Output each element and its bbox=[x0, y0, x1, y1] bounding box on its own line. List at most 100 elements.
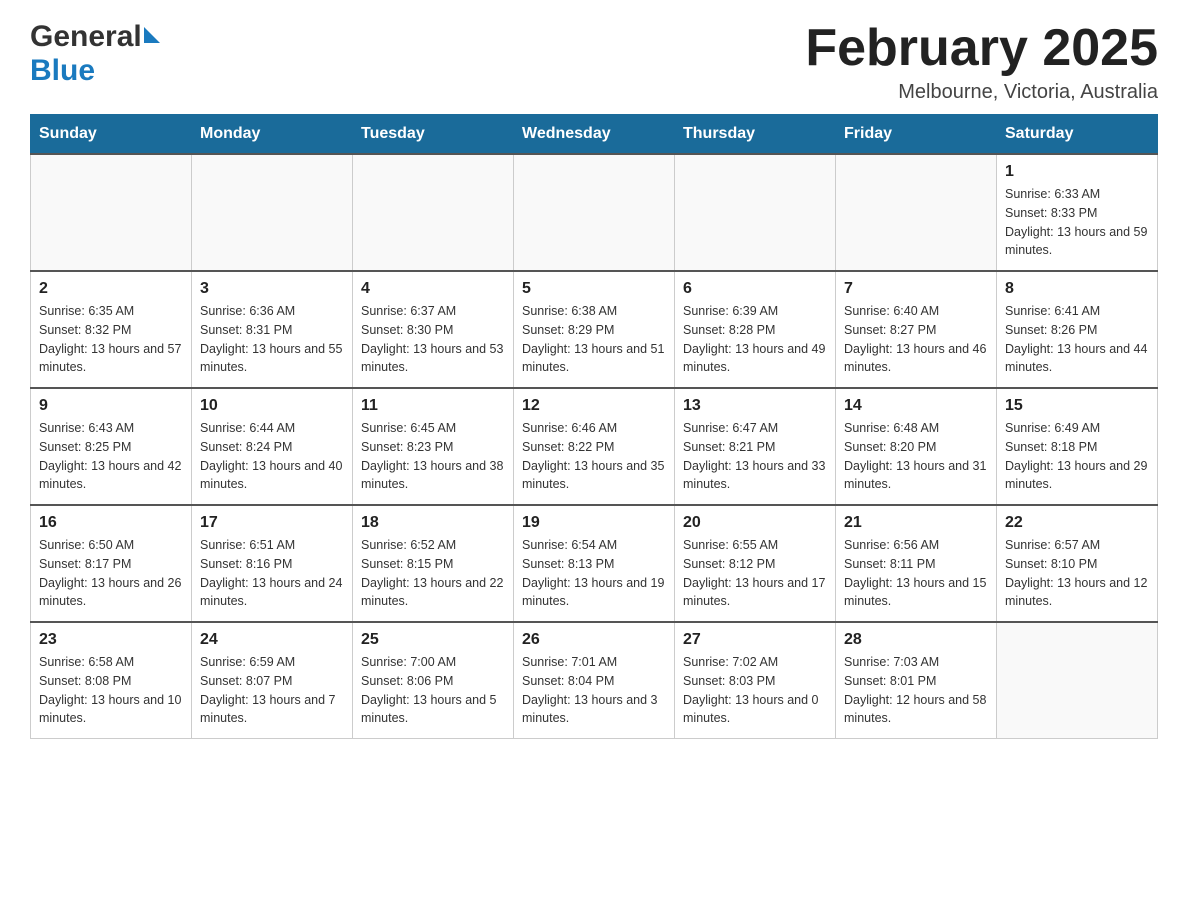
calendar-day-cell: 17 Sunrise: 6:51 AMSunset: 8:16 PMDayligh… bbox=[192, 505, 353, 622]
calendar-day-cell: 28 Sunrise: 7:03 AMSunset: 8:01 PMDayligh… bbox=[836, 622, 997, 739]
day-info: Sunrise: 7:02 AMSunset: 8:03 PMDaylight:… bbox=[683, 653, 827, 728]
day-info: Sunrise: 6:48 AMSunset: 8:20 PMDaylight:… bbox=[844, 419, 988, 494]
day-number: 2 bbox=[39, 280, 183, 298]
day-number: 24 bbox=[200, 631, 344, 649]
calendar-day-cell: 7Sunrise: 6:40 AMSunset: 8:27 PMDaylight… bbox=[836, 271, 997, 388]
day-number: 22 bbox=[1005, 514, 1149, 532]
calendar-day-cell: 23 Sunrise: 6:58 AMSunset: 8:08 PMDayligh… bbox=[31, 622, 192, 739]
calendar-day-cell: 19 Sunrise: 6:54 AMSunset: 8:13 PMDayligh… bbox=[514, 505, 675, 622]
day-number: 20 bbox=[683, 514, 827, 532]
calendar-week-row: 23 Sunrise: 6:58 AMSunset: 8:08 PMDayligh… bbox=[31, 622, 1158, 739]
calendar-week-row: 2 Sunrise: 6:35 AMSunset: 8:32 PMDaylight… bbox=[31, 271, 1158, 388]
day-number: 15 bbox=[1005, 397, 1149, 415]
day-info: Sunrise: 6:35 AMSunset: 8:32 PMDaylight:… bbox=[39, 302, 183, 377]
calendar-day-cell: 5 Sunrise: 6:38 AMSunset: 8:29 PMDaylight… bbox=[514, 271, 675, 388]
day-number: 18 bbox=[361, 514, 505, 532]
calendar-day-cell bbox=[192, 154, 353, 271]
month-title: February 2025 bbox=[805, 20, 1158, 77]
calendar-week-row: 16 Sunrise: 6:50 AMSunset: 8:17 PMDayligh… bbox=[31, 505, 1158, 622]
calendar-day-header: Sunday bbox=[31, 115, 192, 155]
calendar-day-cell: 9Sunrise: 6:43 AMSunset: 8:25 PMDaylight… bbox=[31, 388, 192, 505]
calendar-day-header: Saturday bbox=[997, 115, 1158, 155]
calendar-day-cell bbox=[997, 622, 1158, 739]
day-number: 10 bbox=[200, 397, 344, 415]
day-info: Sunrise: 6:44 AMSunset: 8:24 PMDaylight:… bbox=[200, 419, 344, 494]
calendar-table: SundayMondayTuesdayWednesdayThursdayFrid… bbox=[30, 114, 1158, 739]
calendar-day-header: Wednesday bbox=[514, 115, 675, 155]
day-info: Sunrise: 6:36 AMSunset: 8:31 PMDaylight:… bbox=[200, 302, 344, 377]
calendar-day-cell: 10 Sunrise: 6:44 AMSunset: 8:24 PMDayligh… bbox=[192, 388, 353, 505]
logo-blue-text: Blue bbox=[30, 54, 95, 88]
calendar-day-cell: 3 Sunrise: 6:36 AMSunset: 8:31 PMDaylight… bbox=[192, 271, 353, 388]
calendar-day-cell bbox=[675, 154, 836, 271]
calendar-day-cell: 11Sunrise: 6:45 AMSunset: 8:23 PMDayligh… bbox=[353, 388, 514, 505]
calendar-day-cell: 16 Sunrise: 6:50 AMSunset: 8:17 PMDayligh… bbox=[31, 505, 192, 622]
day-number: 16 bbox=[39, 514, 183, 532]
page-header: General Blue February 2025 Melbourne, Vi… bbox=[30, 20, 1158, 104]
day-number: 27 bbox=[683, 631, 827, 649]
day-info: Sunrise: 6:51 AMSunset: 8:16 PMDaylight:… bbox=[200, 536, 344, 611]
day-number: 28 bbox=[844, 631, 988, 649]
day-info: Sunrise: 6:33 AMSunset: 8:33 PMDaylight:… bbox=[1005, 185, 1149, 260]
day-info: Sunrise: 6:37 AMSunset: 8:30 PMDaylight:… bbox=[361, 302, 505, 377]
calendar-day-cell: 20 Sunrise: 6:55 AMSunset: 8:12 PMDayligh… bbox=[675, 505, 836, 622]
calendar-day-header: Friday bbox=[836, 115, 997, 155]
calendar-day-cell bbox=[514, 154, 675, 271]
calendar-week-row: 1 Sunrise: 6:33 AMSunset: 8:33 PMDaylight… bbox=[31, 154, 1158, 271]
day-number: 11 bbox=[361, 397, 505, 415]
calendar-day-cell: 25Sunrise: 7:00 AMSunset: 8:06 PMDayligh… bbox=[353, 622, 514, 739]
calendar-day-cell bbox=[353, 154, 514, 271]
day-info: Sunrise: 6:52 AMSunset: 8:15 PMDaylight:… bbox=[361, 536, 505, 611]
calendar-day-cell: 8Sunrise: 6:41 AMSunset: 8:26 PMDaylight… bbox=[997, 271, 1158, 388]
day-number: 26 bbox=[522, 631, 666, 649]
logo-arrow-icon bbox=[144, 27, 160, 43]
day-number: 19 bbox=[522, 514, 666, 532]
day-number: 14 bbox=[844, 397, 988, 415]
calendar-day-cell: 27 Sunrise: 7:02 AMSunset: 8:03 PMDayligh… bbox=[675, 622, 836, 739]
day-info: Sunrise: 6:47 AMSunset: 8:21 PMDaylight:… bbox=[683, 419, 827, 494]
day-info: Sunrise: 6:56 AMSunset: 8:11 PMDaylight:… bbox=[844, 536, 988, 611]
calendar-day-cell: 2 Sunrise: 6:35 AMSunset: 8:32 PMDaylight… bbox=[31, 271, 192, 388]
day-info: Sunrise: 7:01 AMSunset: 8:04 PMDaylight:… bbox=[522, 653, 666, 728]
day-number: 9 bbox=[39, 397, 183, 415]
logo-general-text: General bbox=[30, 20, 142, 54]
calendar-day-cell: 15 Sunrise: 6:49 AMSunset: 8:18 PMDayligh… bbox=[997, 388, 1158, 505]
day-number: 5 bbox=[522, 280, 666, 298]
day-info: Sunrise: 6:38 AMSunset: 8:29 PMDaylight:… bbox=[522, 302, 666, 377]
day-number: 17 bbox=[200, 514, 344, 532]
day-number: 7 bbox=[844, 280, 988, 298]
day-info: Sunrise: 6:55 AMSunset: 8:12 PMDaylight:… bbox=[683, 536, 827, 611]
day-info: Sunrise: 6:59 AMSunset: 8:07 PMDaylight:… bbox=[200, 653, 344, 728]
calendar-day-cell: 14 Sunrise: 6:48 AMSunset: 8:20 PMDayligh… bbox=[836, 388, 997, 505]
calendar-day-cell: 13 Sunrise: 6:47 AMSunset: 8:21 PMDayligh… bbox=[675, 388, 836, 505]
day-info: Sunrise: 6:49 AMSunset: 8:18 PMDaylight:… bbox=[1005, 419, 1149, 494]
day-info: Sunrise: 6:57 AMSunset: 8:10 PMDaylight:… bbox=[1005, 536, 1149, 611]
day-number: 4 bbox=[361, 280, 505, 298]
day-info: Sunrise: 7:03 AMSunset: 8:01 PMDaylight:… bbox=[844, 653, 988, 728]
day-number: 23 bbox=[39, 631, 183, 649]
day-info: Sunrise: 6:54 AMSunset: 8:13 PMDaylight:… bbox=[522, 536, 666, 611]
title-block: February 2025 Melbourne, Victoria, Austr… bbox=[805, 20, 1158, 104]
calendar-day-header: Tuesday bbox=[353, 115, 514, 155]
calendar-day-cell: 21 Sunrise: 6:56 AMSunset: 8:11 PMDayligh… bbox=[836, 505, 997, 622]
day-info: Sunrise: 6:39 AMSunset: 8:28 PMDaylight:… bbox=[683, 302, 827, 377]
day-number: 8 bbox=[1005, 280, 1149, 298]
day-info: Sunrise: 6:46 AMSunset: 8:22 PMDaylight:… bbox=[522, 419, 666, 494]
logo: General Blue bbox=[30, 20, 160, 88]
calendar-week-row: 9Sunrise: 6:43 AMSunset: 8:25 PMDaylight… bbox=[31, 388, 1158, 505]
location-text: Melbourne, Victoria, Australia bbox=[805, 81, 1158, 104]
day-number: 21 bbox=[844, 514, 988, 532]
day-number: 1 bbox=[1005, 163, 1149, 181]
day-info: Sunrise: 6:58 AMSunset: 8:08 PMDaylight:… bbox=[39, 653, 183, 728]
calendar-day-cell: 24 Sunrise: 6:59 AMSunset: 8:07 PMDayligh… bbox=[192, 622, 353, 739]
calendar-day-cell: 18 Sunrise: 6:52 AMSunset: 8:15 PMDayligh… bbox=[353, 505, 514, 622]
day-number: 13 bbox=[683, 397, 827, 415]
day-number: 6 bbox=[683, 280, 827, 298]
calendar-day-cell: 26 Sunrise: 7:01 AMSunset: 8:04 PMDayligh… bbox=[514, 622, 675, 739]
calendar-day-cell: 1 Sunrise: 6:33 AMSunset: 8:33 PMDaylight… bbox=[997, 154, 1158, 271]
calendar-day-cell: 22 Sunrise: 6:57 AMSunset: 8:10 PMDayligh… bbox=[997, 505, 1158, 622]
calendar-day-cell bbox=[836, 154, 997, 271]
day-number: 3 bbox=[200, 280, 344, 298]
calendar-day-cell bbox=[31, 154, 192, 271]
day-info: Sunrise: 6:50 AMSunset: 8:17 PMDaylight:… bbox=[39, 536, 183, 611]
